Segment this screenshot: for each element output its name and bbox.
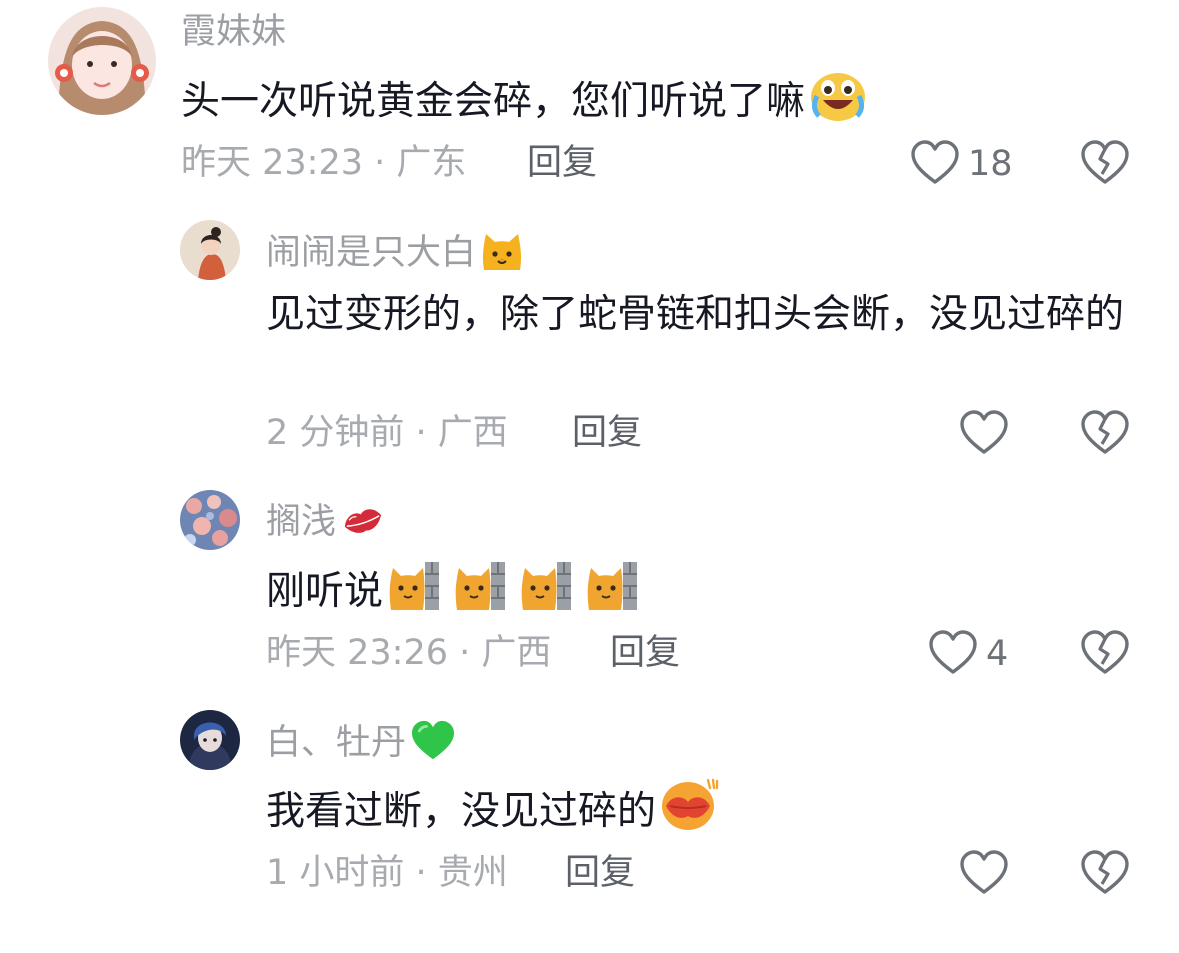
comment-text-content: 头一次听说黄金会碎，您们听说了嘛 [181,79,806,124]
like-heart-icon[interactable] [959,410,1009,456]
dislike-broken-heart-icon[interactable] [1080,140,1130,186]
comment-text: 见过变形的，除了蛇骨链和扣头会断，没见过碎的 [266,292,1125,337]
dislike-broken-heart-icon[interactable] [1080,410,1130,456]
comment-time-location: 昨天 23:23 · 广东 [181,143,467,183]
comment-username: 搁浅 [266,500,386,552]
reply-button[interactable]: 回复 [527,141,597,185]
comment-time-location: 2 分钟前 · 广西 [266,413,508,453]
kiss-lips-emoji-icon [340,501,386,552]
like-count: 18 [968,144,1013,184]
dislike-broken-heart-icon[interactable] [1080,850,1130,896]
reply-comment-item: 白、牡丹 我看过断，没见过碎的 1 小时前 · 贵州 回复 [0,700,1179,940]
avatar[interactable] [48,7,156,115]
cat-wall-sticker-icon [585,556,639,628]
green-heart-emoji-icon [410,720,456,773]
crying-laughing-emoji-icon [809,70,867,138]
reply-comment-item: 闹闹是只大白 见过变形的，除了蛇骨链和扣头会断，没见过碎的 2 分钟前 · 广西… [0,210,1179,470]
cat-face-emoji-icon [480,230,524,283]
comment-item: 霞妹妹 头一次听说黄金会碎，您们听说了嘛 昨天 23:23 · 广东 回复 18 [0,0,1179,200]
comment-time-location: 昨天 23:26 · 广西 [266,633,552,673]
comment-username[interactable]: 霞妹妹 [181,10,286,54]
comment-username-text[interactable]: 搁浅 [266,502,336,542]
avatar[interactable] [180,710,240,770]
pouting-lips-emoji-icon [660,776,720,848]
cat-wall-sticker-icon [387,556,441,628]
reply-button[interactable]: 回复 [565,851,635,895]
cat-wall-sticker-icon [453,556,507,628]
comment-username: 闹闹是只大白 [266,230,524,283]
comment-text: 头一次听说黄金会碎，您们听说了嘛 [181,70,867,138]
comment-username: 白、牡丹 [266,720,456,773]
comment-time-location: 1 小时前 · 贵州 [266,853,508,893]
comment-text: 刚听说 [266,556,639,628]
avatar[interactable] [180,490,240,550]
comment-username-text[interactable]: 闹闹是只大白 [266,233,476,273]
reply-button[interactable]: 回复 [610,631,680,675]
reply-comment-item: 搁浅 刚听说 昨天 23:26 · 广西 回复 4 [0,480,1179,690]
avatar[interactable] [180,220,240,280]
comment-text: 我看过断，没见过碎的 [266,776,720,848]
reply-button[interactable]: 回复 [572,411,642,455]
like-count: 4 [986,634,1009,674]
comment-text-content: 刚听说 [266,569,384,614]
comment-text-content: 我看过断，没见过碎的 [266,789,657,834]
comment-username-text[interactable]: 白、牡丹 [266,723,406,763]
cat-wall-sticker-icon [519,556,573,628]
like-heart-icon[interactable] [910,140,960,186]
like-heart-icon[interactable] [959,850,1009,896]
dislike-broken-heart-icon[interactable] [1080,630,1130,676]
like-heart-icon[interactable] [928,630,978,676]
